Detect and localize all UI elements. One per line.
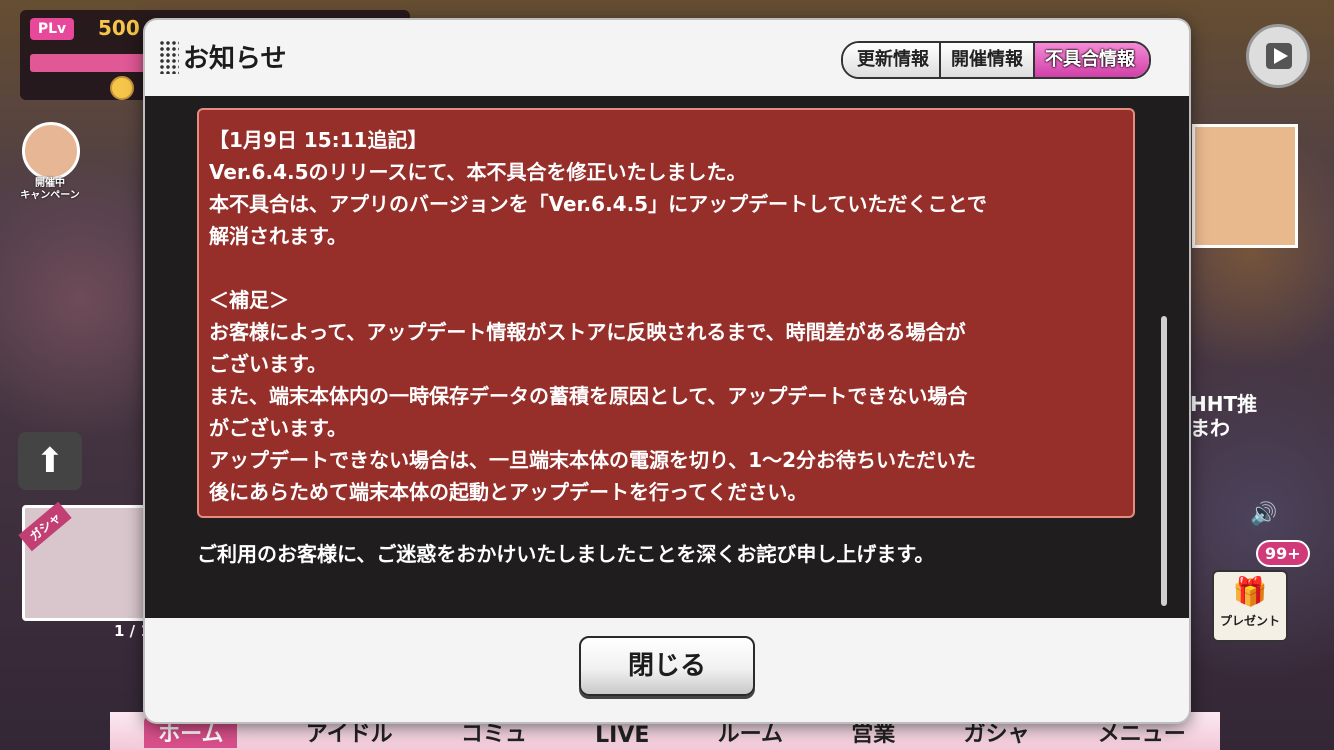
campaign-avatar[interactable] — [22, 122, 80, 180]
present-count-badge: 99+ — [1256, 540, 1310, 567]
notice-line: ＜補足＞ — [209, 288, 289, 312]
player-level-tag: PLv — [30, 18, 74, 40]
dialog-header: お知らせ 更新情報 開催情報 不具合情報 — [145, 20, 1189, 97]
scrollbar-thumb[interactable] — [1161, 316, 1167, 606]
side-text-line1: HHT推 — [1190, 392, 1258, 416]
idol-portrait[interactable] — [1192, 124, 1298, 248]
present-button[interactable]: 🎁 プレゼント — [1212, 570, 1288, 642]
gacha-banner[interactable]: ガシャ — [18, 501, 158, 621]
tab-bug-info[interactable]: 不具合情報 — [1033, 43, 1149, 77]
notice-line: がございます。 — [209, 416, 347, 440]
side-text-line2: まわ — [1190, 416, 1230, 440]
notice-line: また、端末本体内の一時保存データの蓄積を原因として、アップデートできない場合 — [209, 384, 968, 408]
close-button[interactable]: 閉じる — [579, 636, 755, 696]
play-icon — [1274, 48, 1288, 64]
notice-dialog: お知らせ 更新情報 開催情報 不具合情報 【1月9日 15:11追記】 Ver.… — [145, 20, 1189, 722]
play-button[interactable] — [1246, 24, 1310, 88]
grid-icon — [159, 40, 179, 74]
gift-icon: 🎁 — [1232, 575, 1268, 608]
notice-line: 解消されます。 — [209, 224, 347, 248]
campaign-label: 開催中 キャンペーン — [20, 178, 80, 201]
gacha-tag: ガシャ — [18, 501, 72, 552]
notice-line: アップデートできない場合は、一旦端末本体の電源を切り、1〜2分お待ちいただいた — [209, 448, 977, 472]
notice-line: お客様によって、アップデート情報がストアに反映されるまで、時間差がある場合が — [209, 320, 966, 344]
player-level: 500 — [98, 16, 140, 40]
dialog-title: お知らせ — [183, 44, 287, 74]
present-label: プレゼント — [1219, 614, 1280, 628]
notice-content-area[interactable]: 【1月9日 15:11追記】 Ver.6.4.5のリリースにて、本不具合を修正い… — [145, 96, 1189, 618]
notice-line: Ver.6.4.5のリリースにて、本不具合を修正いたしました。 — [209, 160, 747, 184]
nav-live[interactable]: LIVE — [595, 723, 649, 748]
notice-line: 本不具合は、アプリのバージョンを「Ver.6.4.5」にアップデートしていただく… — [209, 192, 987, 216]
star-coin-icon — [110, 76, 134, 100]
scrollbar[interactable] — [1161, 106, 1167, 606]
speaker-icon[interactable]: 🔊 — [1250, 502, 1277, 527]
notice-box: 【1月9日 15:11追記】 Ver.6.4.5のリリースにて、本不具合を修正い… — [197, 108, 1135, 518]
notice-line: 【1月9日 15:11追記】 — [209, 128, 428, 152]
notice-line: 後にあらためて端末本体の起動とアップデートを行ってください。 — [209, 480, 808, 504]
side-banner-text: HHT推 まわ — [1190, 392, 1257, 440]
notice-line: ございます。 — [209, 352, 327, 376]
tab-updates[interactable]: 更新情報 — [843, 43, 939, 77]
notice-tabs: 更新情報 開催情報 不具合情報 — [841, 41, 1151, 79]
notice-spacer — [209, 252, 1123, 284]
closing-text: ご利用のお客様に、ご迷惑をおかけいたしましたことを深くお詫び申し上げます。 — [197, 542, 935, 566]
tab-events[interactable]: 開催情報 — [939, 43, 1033, 77]
up-arrow-icon[interactable]: ⬆ — [18, 432, 82, 490]
